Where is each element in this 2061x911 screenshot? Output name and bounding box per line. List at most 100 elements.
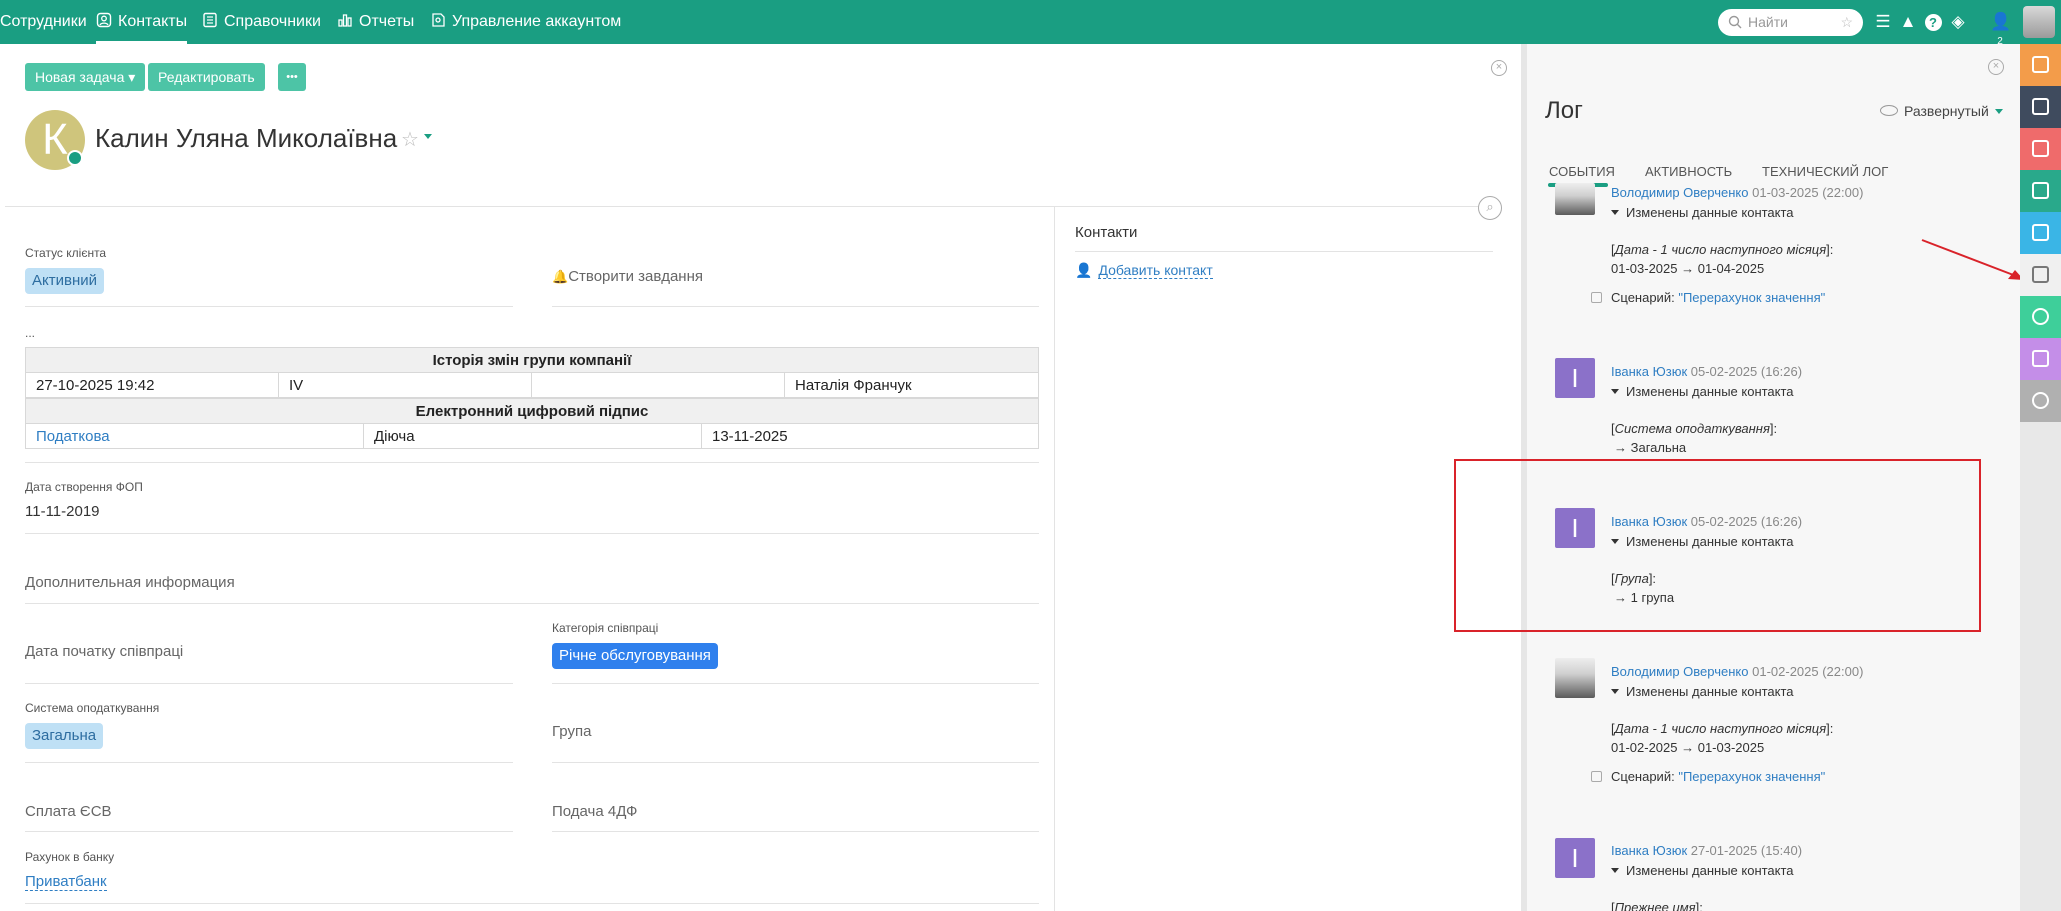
more-actions-button[interactable]: ••• xyxy=(278,63,306,91)
avatar: І xyxy=(1555,358,1595,398)
log-entry-author[interactable]: Володимир Оверченко 01-03-2025 (22:00) xyxy=(1611,185,1863,200)
log-entry-author[interactable]: Іванка Юзюк 27-01-2025 (15:40) xyxy=(1611,843,1802,858)
task-check-icon xyxy=(2032,140,2049,157)
log-view-mode-dropdown[interactable]: Развернутый xyxy=(1880,103,2003,119)
favorite-star-icon[interactable]: ☆ xyxy=(401,127,419,152)
chat-icon xyxy=(2032,56,2049,73)
field-underline xyxy=(25,306,513,307)
layers-icon[interactable]: ◈ xyxy=(1948,12,1968,32)
global-search-input[interactable]: Найти ☆ xyxy=(1718,9,1863,36)
caret-down-icon xyxy=(1611,389,1619,394)
right-bar-chat-icon[interactable] xyxy=(2020,44,2061,86)
log-entry-scenario: Сценарий: "Перерахунок значення" xyxy=(1591,290,1825,305)
table-cell: 13-11-2025 xyxy=(701,423,1039,449)
scenario-link[interactable]: "Перерахунок значення" xyxy=(1678,769,1825,784)
search-field-icon[interactable]: ⌕ xyxy=(1478,196,1502,220)
nav-item-contacts[interactable]: Контакты xyxy=(96,0,188,44)
fop-date-value: 11-11-2019 xyxy=(25,503,100,520)
log-entry-author[interactable]: Іванка Юзюк 05-02-2025 (16:26) xyxy=(1611,364,1802,379)
field-underline xyxy=(25,903,1039,904)
contact-card-icon xyxy=(96,12,112,28)
coop-start-label: Дата початку співпраці xyxy=(25,643,184,660)
log-entry-change[interactable]: Изменены данные контакта xyxy=(1611,205,1794,220)
user-icon: 👤 xyxy=(1075,262,1093,278)
right-bar-analytics-icon[interactable] xyxy=(2020,338,2061,380)
right-bar-task-icon[interactable] xyxy=(2020,128,2061,170)
log-entry-author[interactable]: Володимир Оверченко 01-02-2025 (22:00) xyxy=(1611,664,1863,679)
edit-avatar-icon[interactable] xyxy=(67,150,83,166)
column-divider xyxy=(1054,207,1055,911)
tab-technical-log[interactable]: Технический лог xyxy=(1762,164,1888,179)
table-cell xyxy=(531,372,785,398)
signpost-icon xyxy=(2032,98,2049,115)
search-icon xyxy=(1728,15,1742,29)
table-row: Податкова Діюча 13-11-2025 xyxy=(25,423,1039,449)
tax-system-chip[interactable]: Загальна xyxy=(25,723,104,749)
log-entry-change[interactable]: Изменены данные контакта xyxy=(1611,684,1794,699)
client-status-chip[interactable]: Активний xyxy=(25,268,104,294)
table-cell: Діюча xyxy=(363,423,702,449)
group-label: Група xyxy=(552,723,592,740)
field-underline xyxy=(552,683,1039,684)
log-entry-change[interactable]: Изменены данные контакта xyxy=(1611,863,1794,878)
nav-item-reports[interactable]: Отчеты xyxy=(337,0,414,44)
new-task-button[interactable]: Новая задача ▾ xyxy=(25,63,146,91)
form4df-label: Подача 4ДФ xyxy=(552,803,638,820)
favorite-star-icon[interactable]: ☆ xyxy=(1840,9,1853,36)
bank-link[interactable]: Приватбанк xyxy=(25,873,107,891)
avatar xyxy=(1555,183,1595,215)
add-contact-link[interactable]: 👤 Добавить контакт xyxy=(1075,262,1213,279)
nav-item-account-management[interactable]: Управление аккаунтом xyxy=(430,0,621,44)
edsign-title: Електронний цифровий підпис xyxy=(25,398,1039,424)
edsign-table: Електронний цифровий підпис Податкова Ді… xyxy=(25,398,1039,449)
right-bar-filler xyxy=(2020,422,2061,911)
coop-category-chip[interactable]: Річне обслуговування xyxy=(552,643,718,669)
fop-date-label: Дата створення ФОП xyxy=(25,480,143,494)
create-task-link[interactable]: 🔔Створити завдання xyxy=(552,268,703,285)
bell-icon: 🔔 xyxy=(552,269,569,284)
inbox-icon xyxy=(2032,182,2049,199)
right-bar-status-icon[interactable] xyxy=(2020,380,2061,422)
tab-activity[interactable]: Активность xyxy=(1645,164,1732,179)
caret-down-icon xyxy=(1611,689,1619,694)
menu-icon[interactable]: ☰ xyxy=(1873,12,1893,32)
chevron-down-icon[interactable] xyxy=(424,134,432,139)
nav-item-employees[interactable]: Сотрудники xyxy=(0,0,87,44)
log-entry-change[interactable]: Изменены данные контакта xyxy=(1611,384,1794,399)
esv-label: Сплата ЄСВ xyxy=(25,803,112,820)
right-bar-signpost-icon[interactable] xyxy=(2020,86,2061,128)
eye-icon xyxy=(1880,105,1898,116)
nav-item-directories[interactable]: Справочники xyxy=(202,0,321,44)
field-underline xyxy=(25,762,513,763)
edsign-authority-link[interactable]: Податкова xyxy=(25,423,364,449)
client-status-label: Статус клієнта xyxy=(25,246,107,260)
log-entry-value: 01-03-2025 → 01-04-2025 xyxy=(1611,261,1765,276)
rocket-icon[interactable]: ▲ xyxy=(1898,12,1918,32)
caret-down-icon xyxy=(1611,868,1619,873)
right-bar-key-icon[interactable] xyxy=(2020,296,2061,338)
field-underline xyxy=(552,306,1039,307)
avatar: І xyxy=(1555,838,1595,878)
clipboard-icon xyxy=(2032,266,2049,283)
log-entry-value: → Загальна xyxy=(1614,440,1687,455)
field-underline xyxy=(25,603,1039,604)
right-bar-inbox-icon[interactable] xyxy=(2020,170,2061,212)
users-notifications-icon[interactable]: 👤2 xyxy=(1990,12,2011,47)
user-avatar[interactable] xyxy=(2023,6,2055,38)
contacts-divider xyxy=(1075,251,1493,252)
annotation-arrow-icon xyxy=(1921,239,2024,280)
minus-circle-icon xyxy=(2032,392,2049,409)
close-log-icon[interactable]: × xyxy=(1988,59,2004,75)
scenario-link[interactable]: "Перерахунок значення" xyxy=(1678,290,1825,305)
tax-system-label: Система оподаткування xyxy=(25,701,160,715)
tab-events[interactable]: События xyxy=(1549,164,1615,179)
close-card-icon[interactable]: × xyxy=(1491,60,1507,76)
chevron-down-icon xyxy=(1994,109,2003,114)
help-icon[interactable]: ? xyxy=(1923,12,1943,32)
right-bar-documents-icon[interactable] xyxy=(2020,212,2061,254)
right-bar-log-icon[interactable] xyxy=(2020,254,2061,296)
ellipsis-label: ... xyxy=(25,326,36,340)
top-navigation-bar: Сотрудники Контакты Справочники Отчеты У… xyxy=(0,0,2061,47)
table-cell: IV xyxy=(278,372,532,398)
edit-button[interactable]: Редактировать xyxy=(148,63,265,91)
